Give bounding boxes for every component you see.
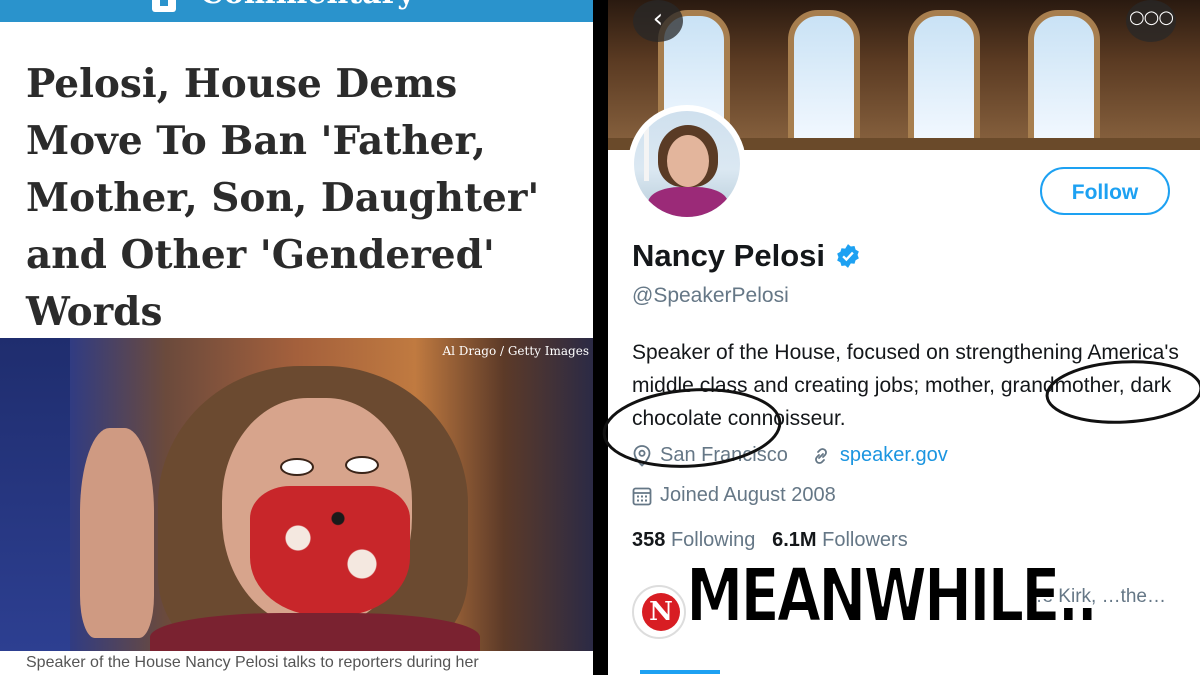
meme-overlay-text: MEANWHILE.. — [685, 552, 1099, 640]
link-icon — [814, 447, 827, 464]
avatar[interactable] — [628, 105, 746, 223]
following-count: 358 — [632, 529, 666, 551]
followers-label: Followers — [822, 529, 908, 551]
followers-stat[interactable]: 6.1M Followers — [772, 529, 908, 551]
profile-location: San Francisco — [660, 444, 788, 466]
photo-subject-eye — [280, 458, 314, 476]
display-name: Nancy Pelosi — [632, 238, 825, 273]
joined-row: Joined August 2008 — [632, 484, 836, 507]
calendar-icon — [632, 487, 652, 505]
banner-window — [908, 10, 980, 150]
following-label: Following — [670, 529, 756, 551]
avatar-monument — [644, 121, 649, 181]
more-options-icon: ○○○ — [1128, 7, 1174, 28]
avatar-photo — [634, 111, 740, 217]
flag-backdrop — [0, 338, 70, 651]
avatar-jacket — [648, 187, 728, 217]
verified-badge-icon — [837, 244, 859, 268]
more-options-button[interactable]: ○○○ — [1126, 0, 1176, 42]
following-stat[interactable]: 358 Following — [632, 529, 755, 551]
article-headline: Pelosi, House Dems Move To Ban 'Father, … — [26, 61, 540, 335]
profile-bio: Speaker of the House, focused on strengt… — [632, 341, 1179, 430]
location-row: San Francisco speaker.gov — [632, 444, 948, 467]
panel-divider — [593, 0, 608, 675]
banner-window — [788, 10, 860, 150]
back-button[interactable]: ‹ — [633, 0, 683, 42]
section-label: Commentary — [200, 0, 415, 11]
banner-window — [1028, 10, 1100, 150]
followers-count: 6.1M — [772, 529, 817, 551]
article-panel: Commentary Pelosi, House Dems Move To Ba… — [0, 0, 593, 675]
photo-subject-body — [150, 613, 480, 651]
raised-hand — [80, 428, 154, 638]
section-icon — [152, 0, 176, 12]
follower-avatar: N — [632, 585, 686, 639]
joined-date: Joined August 2008 — [660, 484, 836, 506]
profile-website-link[interactable]: speaker.gov — [840, 444, 948, 467]
face-mask — [250, 486, 410, 616]
profile-tabs[interactable] — [632, 665, 1192, 675]
location-pin-icon — [633, 444, 651, 467]
name-row: Nancy Pelosi — [632, 238, 861, 274]
photo-caption: Speaker of the House Nancy Pelosi talks … — [26, 654, 479, 671]
follow-counts: 358 Following 6.1M Followers — [632, 529, 908, 552]
section-header: Commentary — [0, 0, 593, 22]
profile-handle: @SpeakerPelosi — [632, 284, 789, 307]
chevron-left-icon: ‹ — [652, 4, 664, 34]
follow-button[interactable]: Follow — [1040, 167, 1170, 215]
article-photo: Al Drago / Getty Images — [0, 338, 593, 651]
photo-credit: Al Drago / Getty Images — [442, 344, 589, 358]
photo-subject-eye — [345, 456, 379, 474]
active-tab-indicator — [640, 670, 720, 674]
avatar-face — [667, 135, 709, 187]
